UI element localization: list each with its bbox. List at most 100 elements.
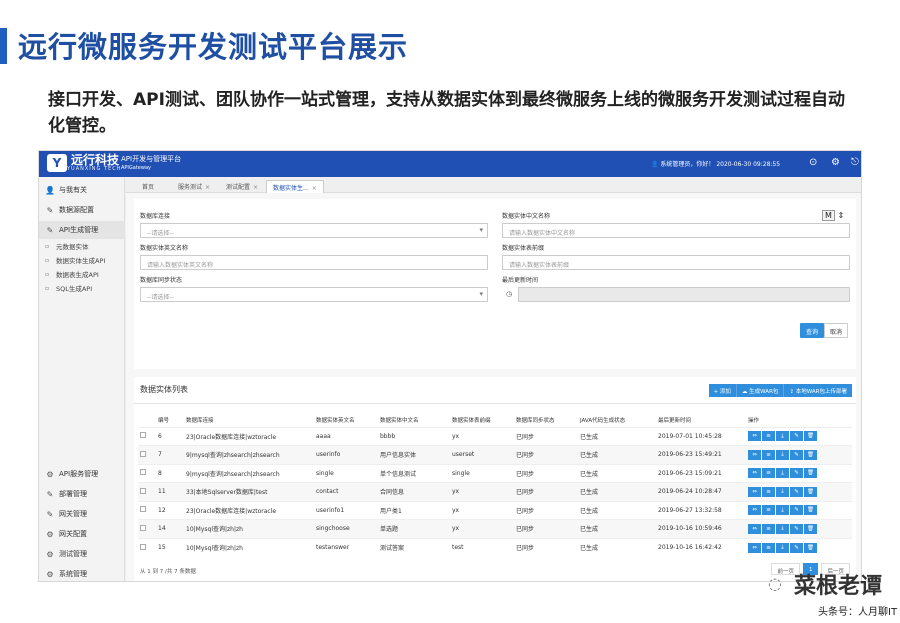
edit-icon[interactable]: ✎: [790, 449, 803, 460]
row-checkbox[interactable]: [140, 543, 146, 550]
list-icon[interactable]: ≡: [762, 431, 775, 442]
delete-icon[interactable]: 🗑: [804, 431, 817, 442]
entity-en-input[interactable]: 请输入数据实体英文名称: [140, 255, 488, 270]
row-checkbox-cell: [138, 445, 156, 464]
settings-icon[interactable]: ⚙: [831, 157, 840, 169]
delete-icon[interactable]: 🗑: [804, 523, 817, 534]
close-icon[interactable]: ×: [205, 184, 210, 191]
entity-table-input[interactable]: 请输入数据实体表前缀: [502, 255, 850, 270]
column-header: 数据库连接: [186, 417, 214, 424]
list-icon[interactable]: ≡: [762, 523, 775, 534]
tab-test-config[interactable]: 测试配置 ×: [220, 180, 264, 193]
list-icon[interactable]: ≡: [762, 468, 775, 479]
link-icon[interactable]: ⇔: [748, 505, 761, 516]
updated-label: 最后更新时间: [502, 277, 539, 284]
delete-icon[interactable]: 🗑: [804, 505, 817, 516]
row-checkbox[interactable]: [140, 524, 146, 531]
delete-icon[interactable]: 🗑: [804, 542, 817, 553]
edit-icon[interactable]: ✎: [790, 468, 803, 479]
entity-cn-input[interactable]: 请输入数据实体中文名称: [502, 223, 850, 238]
entity-table-label: 数据实体表前缀: [502, 245, 545, 252]
link-icon[interactable]: ⇔: [748, 431, 761, 442]
list-icon[interactable]: ≡: [762, 486, 775, 497]
sync-label: 数据库同步状态: [140, 277, 183, 284]
cancel-button[interactable]: 取消: [824, 323, 849, 338]
link-icon[interactable]: ⇔: [748, 468, 761, 479]
tab-service-test[interactable]: 服务测试 ×: [172, 180, 216, 193]
download-icon[interactable]: ⤓: [776, 449, 789, 460]
table-cell: 用户类1: [378, 500, 450, 520]
sidebar-item-api-service[interactable]: ⚙ API服务管理: [39, 465, 125, 483]
sidebar-item-api-gen[interactable]: ✎ API生成管理: [39, 221, 125, 239]
list-icon[interactable]: ≡: [762, 542, 775, 553]
download-icon[interactable]: ⤓: [776, 486, 789, 497]
column-header: 数据实体中文名: [380, 417, 419, 424]
table-row: 14 10|Mysql查询|zh|zh singchoose 单选题 yx 已同步 已生成 2…: [138, 519, 852, 538]
user-icon: 👤: [651, 161, 659, 168]
delete-icon[interactable]: 🗑: [804, 486, 817, 497]
sidebar-item-system[interactable]: ⚙ 系统管理: [39, 565, 125, 581]
close-icon[interactable]: ×: [253, 184, 258, 191]
delete-icon[interactable]: 🗑: [804, 449, 817, 460]
tab-entity-gen[interactable]: 数据实体生... ×: [266, 180, 324, 193]
add-button[interactable]: + 添加: [709, 384, 737, 397]
gen-war-button[interactable]: ☁ 生成WAR包: [737, 384, 785, 397]
link-icon[interactable]: ⇔: [748, 542, 761, 553]
edit-icon[interactable]: ✎: [790, 523, 803, 534]
table-cell: yx: [450, 500, 514, 520]
link-icon[interactable]: ⇔: [748, 486, 761, 497]
row-checkbox[interactable]: [140, 506, 146, 513]
download-icon[interactable]: ⤓: [776, 542, 789, 553]
list-icon[interactable]: ≡: [762, 449, 775, 460]
sidebar-item-gateway[interactable]: ✎ 网关管理: [39, 505, 125, 523]
table-cell: 已同步: [514, 519, 578, 538]
sidebar-sub-table-api[interactable]: ▫ 数据表生成API: [39, 267, 125, 281]
edit-icon[interactable]: ✎: [790, 505, 803, 516]
tab-label: 测试配置: [226, 184, 251, 191]
column-header: 最后更新时间: [658, 417, 692, 424]
updated-date-input[interactable]: [518, 287, 850, 302]
sync-select[interactable]: --请选择--: [140, 287, 488, 302]
list-icon[interactable]: ≡: [762, 505, 775, 516]
row-checkbox[interactable]: [140, 469, 146, 476]
file-icon: ▫: [45, 256, 50, 264]
download-icon[interactable]: ⤓: [776, 431, 789, 442]
table-cell: userinfo: [314, 445, 378, 464]
sidebar-sub-metadata[interactable]: ▫ 元数据实体: [39, 239, 125, 253]
sidebar-sub-sql-api[interactable]: ▫ SQL生成API: [39, 281, 125, 295]
row-checkbox[interactable]: [140, 487, 146, 494]
download-icon[interactable]: ⤓: [776, 468, 789, 479]
download-icon[interactable]: ⤓: [776, 505, 789, 516]
sidebar-item-gateway-config[interactable]: ⚙ 网关配置: [39, 525, 125, 543]
tab-home[interactable]: 首页: [136, 180, 160, 193]
row-checkbox[interactable]: [140, 450, 146, 457]
upload-war-button[interactable]: ⇪ 本地WAR包上传部署: [784, 384, 852, 397]
table-cell: contact: [314, 482, 378, 501]
sidebar-item-related[interactable]: 👤 与我有关: [39, 181, 125, 199]
link-icon[interactable]: ⇔: [748, 523, 761, 534]
watermark: ◌ 菜根老谭: [768, 568, 882, 600]
download-icon[interactable]: ⤓: [776, 523, 789, 534]
table-cell: 已生成: [578, 463, 656, 483]
edit-icon[interactable]: ✎: [790, 431, 803, 442]
delete-icon[interactable]: 🗑: [804, 468, 817, 479]
row-checkbox[interactable]: [140, 432, 146, 439]
sidebar-sub-entity-api[interactable]: ▫ 数据实体生成API: [39, 253, 125, 267]
row-checkbox-cell: [138, 537, 156, 557]
sidebar-item-label: API生成管理: [59, 226, 99, 234]
sidebar-item-test[interactable]: ⚙ 测试管理: [39, 545, 125, 563]
link-icon[interactable]: ⇔: [748, 449, 761, 460]
table-cell: 2019-10-16 10:59:46: [656, 519, 746, 538]
edit-icon[interactable]: ✎: [790, 542, 803, 553]
m-selector[interactable]: M ⇕: [822, 210, 844, 221]
db-conn-select[interactable]: --请选择--: [140, 223, 488, 238]
file-icon: ▫: [45, 270, 50, 278]
sidebar-item-datasource[interactable]: ✎ 数据源配置: [39, 201, 125, 219]
m-label: M: [822, 210, 835, 221]
exit-icon[interactable]: ⎋: [851, 157, 859, 169]
sidebar-item-deploy[interactable]: ✎ 部署管理: [39, 485, 125, 503]
help-icon[interactable]: ⊙: [809, 157, 817, 169]
query-button[interactable]: 查询: [800, 323, 825, 338]
edit-icon[interactable]: ✎: [790, 486, 803, 497]
close-icon[interactable]: ×: [312, 185, 317, 192]
